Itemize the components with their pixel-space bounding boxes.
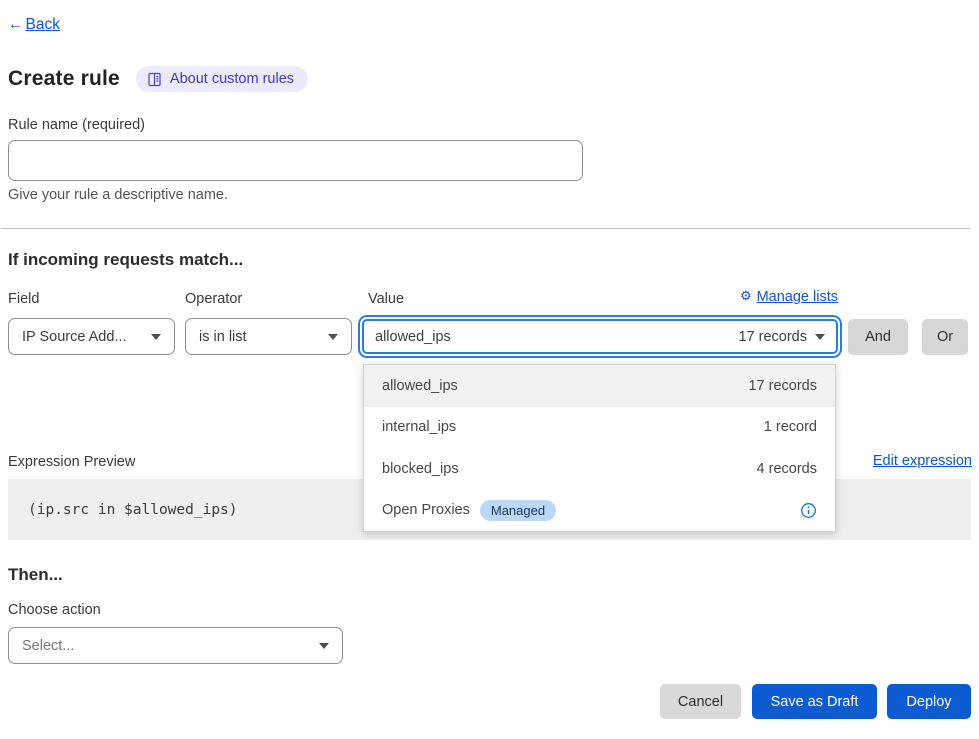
list-option-records: 1 record xyxy=(764,419,817,435)
back-link[interactable]: ←Back xyxy=(8,16,60,34)
gear-icon: ⚙ xyxy=(740,288,752,304)
about-custom-rules-link[interactable]: About custom rules xyxy=(136,66,308,92)
section-divider xyxy=(1,228,970,229)
match-section-heading: If incoming requests match... xyxy=(8,250,243,270)
chevron-down-icon xyxy=(328,334,338,340)
list-option-blocked-ips[interactable]: blocked_ips 4 records xyxy=(364,448,835,490)
back-arrow-icon: ← xyxy=(8,16,24,34)
operator-select-value: is in list xyxy=(199,329,247,345)
page-title: Create rule xyxy=(8,67,120,91)
managed-badge: Managed xyxy=(480,500,556,521)
list-option-name: internal_ips xyxy=(382,419,456,435)
info-icon[interactable] xyxy=(800,502,817,519)
chevron-down-icon xyxy=(319,643,329,649)
list-option-allowed-ips[interactable]: allowed_ips 17 records xyxy=(364,365,835,407)
list-option-records: 4 records xyxy=(757,461,817,477)
value-select-record-count: 17 records xyxy=(738,329,807,345)
list-option-name: allowed_ips xyxy=(382,378,458,394)
value-select-focus-ring: allowed_ips 17 records xyxy=(358,315,842,358)
list-option-internal-ips[interactable]: internal_ips 1 record xyxy=(364,407,835,449)
expression-code: (ip.src in $allowed_ips) xyxy=(8,502,238,518)
save-as-draft-button[interactable]: Save as Draft xyxy=(752,684,877,719)
cancel-button[interactable]: Cancel xyxy=(660,684,741,719)
or-button[interactable]: Or xyxy=(922,319,968,355)
list-option-name: Open Proxies xyxy=(382,502,470,518)
manage-lists-link[interactable]: ⚙ Manage lists xyxy=(740,289,838,305)
action-select-placeholder: Select... xyxy=(22,638,74,654)
field-select-value: IP Source Add... xyxy=(22,329,127,345)
back-label: Back xyxy=(26,16,60,33)
list-dropdown-menu: allowed_ips 17 records internal_ips 1 re… xyxy=(363,364,836,532)
then-section-heading: Then... xyxy=(8,565,63,585)
value-select-selected: allowed_ips xyxy=(375,329,451,345)
list-option-records: 17 records xyxy=(748,378,817,394)
choose-action-label: Choose action xyxy=(8,602,101,618)
title-row: Create rule About custom rules xyxy=(8,66,308,92)
rule-name-label: Rule name (required) xyxy=(8,117,145,133)
list-option-open-proxies[interactable]: Open Proxies Managed xyxy=(364,490,835,532)
field-label: Field xyxy=(8,291,39,307)
create-rule-page: ←Back Create rule About custom rules Rul… xyxy=(0,0,979,739)
chevron-down-icon xyxy=(151,334,161,340)
and-button[interactable]: And xyxy=(848,319,908,355)
book-icon xyxy=(147,72,162,87)
manage-lists-label: Manage lists xyxy=(757,289,838,305)
action-select[interactable]: Select... xyxy=(8,627,343,664)
value-select[interactable]: allowed_ips 17 records xyxy=(362,319,838,354)
about-custom-rules-label: About custom rules xyxy=(170,71,294,87)
rule-name-help-text: Give your rule a descriptive name. xyxy=(8,187,228,203)
edit-expression-link[interactable]: Edit expression xyxy=(873,453,972,469)
operator-select[interactable]: is in list xyxy=(185,318,352,355)
expression-preview-label: Expression Preview xyxy=(8,454,135,470)
value-label: Value xyxy=(368,291,404,307)
operator-label: Operator xyxy=(185,291,242,307)
rule-name-input[interactable] xyxy=(8,140,583,181)
field-select[interactable]: IP Source Add... xyxy=(8,318,175,355)
list-option-name: blocked_ips xyxy=(382,461,459,477)
deploy-button[interactable]: Deploy xyxy=(887,684,971,719)
chevron-down-icon xyxy=(815,334,825,340)
